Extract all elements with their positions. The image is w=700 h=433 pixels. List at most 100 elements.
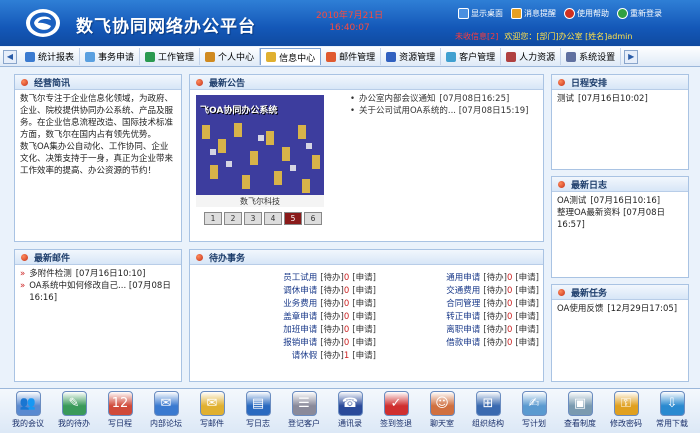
quick-launch-key[interactable]: ⚿ 修改密码 [604,389,648,433]
todo-apply-link[interactable]: [申请] [515,336,539,348]
todo-apply-link[interactable]: [申请] [352,284,376,296]
todo-status[interactable]: [待办]1 [320,349,349,361]
item-text[interactable]: 整理OA最新资料 [557,208,620,218]
slide-tab[interactable]: 6 [304,212,322,225]
todo-status[interactable]: [待办]0 [320,284,349,296]
item-text[interactable]: 测试 [557,93,574,105]
slide-tab[interactable]: 4 [264,212,282,225]
meeting-icon: 👥 [15,391,41,416]
nav-item-resource[interactable]: 资源管理 [381,48,442,65]
list-item[interactable]: » 多附件检测 [07月16日10:10] [20,268,176,280]
item-text[interactable]: OA测试 [557,195,586,207]
relogin-link[interactable]: 重新登录 [617,8,662,19]
panel-header: 最新任务 [552,285,688,300]
quick-launch-todo[interactable]: ✎ 我的待办 [52,389,96,433]
item-text[interactable]: OA使用反馈 [557,303,603,315]
unread-messages[interactable]: 未收信息[2] [455,31,498,42]
todo-status[interactable]: [待办]0 [483,310,512,322]
todo-apply-link[interactable]: [申请] [352,349,376,361]
item-date: [12月29日17:05] [607,304,678,314]
nav-item-settings[interactable]: 系统设置 [561,48,622,65]
quick-launch-meeting[interactable]: 👥 我的会议 [6,389,50,433]
help-link[interactable]: 使用帮助 [564,8,609,19]
todo-status[interactable]: [待办]0 [320,336,349,348]
todo-cell: 报销申请 [待办]0 [申请] [190,336,380,348]
signin-icon: ✓ [383,391,409,416]
todo-apply-link[interactable]: [申请] [352,297,376,309]
todo-status[interactable]: [待办]0 [320,297,349,309]
todo-apply-link[interactable]: [申请] [515,271,539,283]
todo-apply-link[interactable]: [申请] [352,271,376,283]
quick-launch-chat[interactable]: ☺ 聊天室 [420,389,464,433]
nav-item-customer[interactable]: 客户管理 [441,48,502,65]
quick-launch-customer[interactable]: ☰ 登记客户 [282,389,326,433]
quick-launch-mail[interactable]: ✉ 写邮件 [190,389,234,433]
relogin-icon [617,8,628,19]
quick-launch-label: 组织结构 [472,419,504,428]
list-item[interactable]: » OA系统中如何修改自己... [07月08日16:16] [20,280,176,304]
nav-item-apply[interactable]: 事务申请 [80,48,141,65]
slide-tab[interactable]: 2 [224,212,242,225]
nav-item-work[interactable]: 工作管理 [140,48,201,65]
todo-status[interactable]: [待办]0 [320,323,349,335]
quick-launch-rule[interactable]: ▣ 查看制度 [558,389,602,433]
todo-panel: 待办事务 员工试用 [待办]0 [申请] 通用申请 [待办]0 [申请] 调休申请 [待办]0… [189,249,544,382]
show-desktop-link[interactable]: 显示桌面 [458,8,503,19]
todo-apply-link[interactable]: [申请] [352,310,376,322]
quick-launch-label: 查看制度 [564,419,596,428]
nav-right-arrow[interactable]: ▶ [624,49,639,64]
quick-launch-signin[interactable]: ✓ 签到签退 [374,389,418,433]
nav-item-mail[interactable]: 邮件管理 [321,48,382,65]
todo-apply-link[interactable]: [申请] [352,336,376,348]
quick-launch-download[interactable]: ⇩ 常用下载 [650,389,694,433]
todo-status[interactable]: [待办]0 [320,310,349,322]
quick-launch-calendar[interactable]: 12 写日程 [98,389,142,433]
item-text[interactable]: 关于公司试用OA系统的... [359,106,456,116]
nav-item-personal[interactable]: 个人中心 [200,48,261,65]
todo-status[interactable]: [待办]0 [483,297,512,309]
quick-launch-plan[interactable]: ✍ 写计划 [512,389,556,433]
nav-item-hr[interactable]: 人力资源 [501,48,562,65]
todo-apply-link[interactable]: [申请] [352,323,376,335]
list-item[interactable]: OA测试 [07月16日10:16] [557,195,683,207]
todo-apply-link[interactable]: [申请] [515,284,539,296]
slide-tab[interactable]: 3 [244,212,262,225]
item-text[interactable]: 办公室内部会议通知 [359,93,436,105]
todo-status-label: [待办] [320,311,344,322]
list-item[interactable]: 整理OA最新资料 [07月08日16:57] [557,207,683,231]
nav-item-report[interactable]: 统计报表 [20,48,81,65]
todo-apply-link[interactable]: [申请] [515,297,539,309]
quick-launch-forum[interactable]: ✉ 内部论坛 [144,389,188,433]
slide-tab[interactable]: 1 [204,212,222,225]
nav-item-info[interactable]: 信息中心 [260,48,322,65]
todo-count: 0 [506,324,513,335]
list-item[interactable]: • 关于公司试用OA系统的... [07月08日15:19] [350,105,540,117]
quick-launch-phone[interactable]: ☎ 通讯录 [328,389,372,433]
todo-status[interactable]: [待办]0 [483,284,512,296]
todo-apply-link[interactable]: [申请] [515,310,539,322]
quick-launch-book[interactable]: ▤ 写日志 [236,389,280,433]
list-item[interactable]: OA使用反馈 [12月29日17:05] [557,303,683,315]
message-alert-link[interactable]: 消息提醒 [511,8,556,19]
todo-status-label: [待办] [320,285,344,296]
todo-row: 调休申请 [待办]0 [申请] 交通费用 [待办]0 [申请] [190,283,543,296]
todo-count: 0 [343,324,350,335]
todo-status[interactable]: [待办]0 [483,323,512,335]
todo-apply-link[interactable]: [申请] [515,323,539,335]
todo-status[interactable]: [待办]0 [483,271,512,283]
profile-paragraph: 数飞OA集办公自动化、工作协同、企业文化、决策支持于一身，真正为企业带来工作效率… [20,142,174,176]
todo-count: 0 [343,311,350,322]
todo-status[interactable]: [待办]0 [320,271,349,283]
todo-name: 借款申请 [446,337,481,348]
nav-left-arrow[interactable]: ◀ [3,49,17,64]
item-text[interactable]: 多附件检测 [29,268,72,280]
slide-tab-active[interactable]: 5 [284,212,302,225]
list-item[interactable]: 测试 [07月16日10:02] [557,93,683,105]
quick-launch-org[interactable]: ⊞ 组织结构 [466,389,510,433]
quick-launch-label: 内部论坛 [150,419,182,428]
todo-status[interactable]: [待办]0 [483,336,512,348]
list-item[interactable]: • 办公室内部会议通知 [07月08日16:25] [350,93,540,105]
news-slideshow-image[interactable]: 飞OA协同办公系统 数飞尔科技 [196,95,324,207]
item-text[interactable]: OA系统中如何修改自己... [29,281,126,291]
panel-title: 最新邮件 [34,253,71,264]
